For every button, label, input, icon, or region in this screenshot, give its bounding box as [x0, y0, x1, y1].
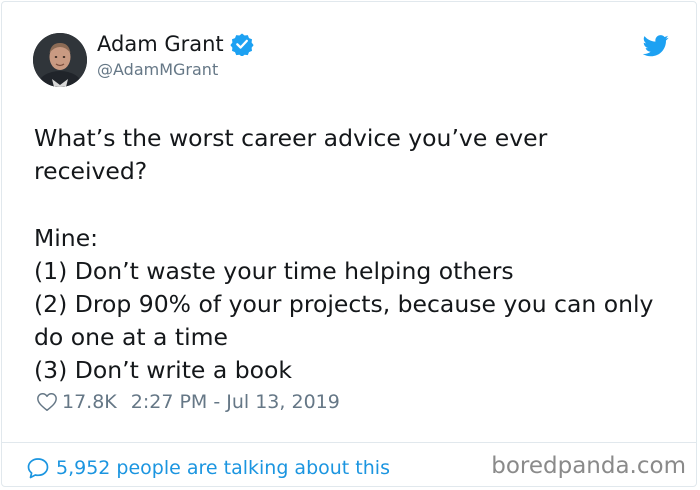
- talking-about-link[interactable]: 5,952 people are talking about this: [26, 456, 390, 480]
- avatar[interactable]: [33, 33, 87, 87]
- heart-icon[interactable]: [36, 391, 58, 413]
- tweet-line: (2) Drop 90% of your projects, because y…: [34, 290, 654, 318]
- footer-divider: [2, 442, 696, 443]
- tweet-line: do one at a time: [34, 323, 229, 352]
- like-count[interactable]: 17.8K: [62, 391, 117, 413]
- verified-badge-icon: [230, 33, 254, 56]
- talking-about-text[interactable]: 5,952 people are talking about this: [56, 457, 390, 479]
- watermark-text: boredpanda.com: [491, 453, 686, 479]
- tweet-line: received?: [34, 157, 148, 186]
- twitter-bird-icon[interactable]: [643, 35, 669, 57]
- author-handle[interactable]: @AdamMGrant: [97, 60, 218, 79]
- tweet-meta: 17.8K 2:27 PM - Jul 13, 2019: [36, 391, 340, 413]
- tweet-line: Mine:: [34, 223, 99, 252]
- author-name[interactable]: Adam Grant: [97, 32, 224, 56]
- tweet-text: What’s the worst career advice you’ve ev…: [34, 122, 684, 388]
- tweet-timestamp[interactable]: 2:27 PM - Jul 13, 2019: [131, 391, 340, 413]
- tweet-line: (3) Don’t write a book: [34, 356, 292, 385]
- speech-bubble-icon: [27, 458, 49, 479]
- tweet-line: What’s the worst career advice you’ve ev…: [34, 124, 548, 152]
- author-name-row[interactable]: Adam Grant: [97, 32, 254, 56]
- tweet-line: (1) Don’t waste your time helping others: [34, 256, 514, 285]
- tweet-card: Adam Grant @AdamMGrant What’s the worst …: [1, 1, 697, 487]
